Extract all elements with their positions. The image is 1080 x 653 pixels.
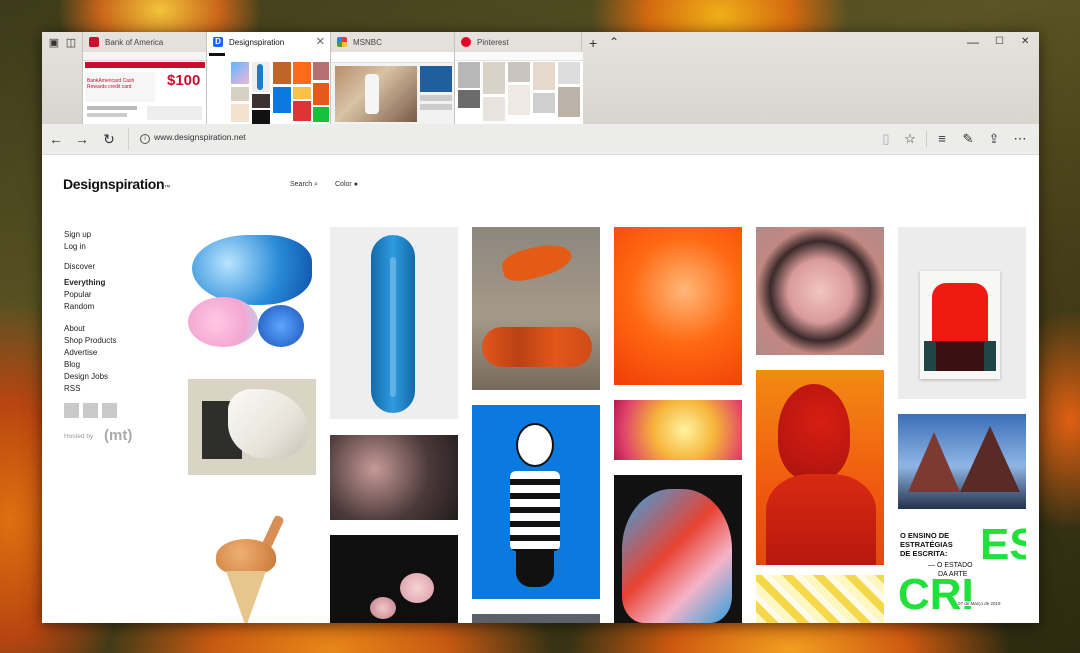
- log-in-link[interactable]: Log in: [64, 241, 91, 253]
- facebook-icon[interactable]: [64, 403, 79, 418]
- tab-msnbc[interactable]: MSNBC: [330, 32, 455, 124]
- reading-view-icon[interactable]: ▯: [877, 130, 895, 148]
- poster-big-text-1: ES: [980, 523, 1026, 569]
- rss-link[interactable]: RSS: [64, 383, 116, 395]
- tab-preview-toggle-icon[interactable]: ⌃: [609, 35, 619, 49]
- tab-bar: ▣ ◫ Bank of America BankAmericard Cash R…: [42, 32, 1039, 124]
- tab-title: Designspiration: [229, 37, 285, 47]
- advertise-link[interactable]: Advertise: [64, 347, 116, 359]
- flowers-dark-image[interactable]: [330, 535, 458, 623]
- favorites-star-icon[interactable]: ☆: [901, 130, 919, 148]
- tab-preview-thumbnail: [207, 52, 331, 124]
- writing-strategies-poster-image[interactable]: ES CRI O ENSINO DE ESTRATÉGIAS DE ESCRIT…: [898, 523, 1026, 623]
- mountains-image[interactable]: [898, 414, 1026, 509]
- dark-portrait-image[interactable]: [330, 435, 458, 520]
- share-icon[interactable]: ⇪: [985, 130, 1003, 148]
- shop-products-link[interactable]: Shop Products: [64, 335, 116, 347]
- address-bar: ← → ↻ i www.designspiration.net ▯ ☆ ≡ ✎ …: [42, 124, 1039, 155]
- tab-preview-thumbnail: BankAmericard Cash Rewards credit card $…: [83, 52, 207, 124]
- poster-line-1: O ENSINO DE: [900, 531, 950, 540]
- poster-subtitle-2: DA ARTE: [938, 571, 968, 578]
- web-note-icon[interactable]: ✎: [959, 130, 977, 148]
- hub-icon[interactable]: ≡: [933, 130, 951, 148]
- paint-splash-image[interactable]: [188, 227, 316, 363]
- pinterest-favicon-icon: [461, 37, 471, 47]
- pinterest-icon[interactable]: [102, 403, 117, 418]
- back-arrow-icon[interactable]: ←: [47, 130, 65, 148]
- sign-up-link[interactable]: Sign up: [64, 229, 91, 241]
- rose-yellow-image[interactable]: [614, 400, 742, 460]
- search-icon: ⌕: [314, 181, 319, 188]
- new-tab-button[interactable]: +: [589, 35, 597, 51]
- tab-pinterest[interactable]: Pinterest: [454, 32, 583, 124]
- bananas-pattern-image[interactable]: [756, 575, 884, 623]
- poster-subtitle-1: — O ESTADO: [928, 562, 973, 569]
- tab-title: Bank of America: [105, 37, 164, 47]
- minimize-button[interactable]: —: [967, 35, 979, 49]
- grey-strip-image[interactable]: [472, 614, 600, 623]
- browser-window: ▣ ◫ Bank of America BankAmericard Cash R…: [42, 32, 1039, 623]
- webpage: Designspiration™ Search ⌕ Color ● Sign u…: [42, 155, 1039, 623]
- designspiration-favicon-icon: D: [213, 37, 223, 47]
- tab-title: MSNBC: [353, 37, 382, 47]
- sidebar-account-links: Sign up Log in: [64, 229, 91, 253]
- tab-preview-thumbnail: [331, 52, 455, 124]
- blog-link[interactable]: Blog: [64, 359, 116, 371]
- close-window-button[interactable]: ✕: [1021, 36, 1029, 47]
- everything-link[interactable]: Everything: [64, 277, 105, 289]
- hosted-by-label: Hosted by: [64, 433, 94, 440]
- orange-gradient-image[interactable]: [614, 227, 742, 385]
- boa-price: $100: [167, 72, 201, 89]
- color-drop-icon: ●: [353, 181, 358, 188]
- forward-arrow-icon[interactable]: →: [73, 130, 91, 148]
- tab-preview-thumbnail: [455, 52, 583, 124]
- poster-line-2: ESTRATÉGIAS: [900, 540, 953, 549]
- tab-designspiration[interactable]: D Designspiration ✕: [206, 32, 331, 124]
- msnbc-favicon-icon: [337, 37, 347, 47]
- monks-jumping-image[interactable]: [472, 227, 600, 390]
- more-icon[interactable]: ⋯: [1011, 130, 1029, 148]
- skateboard-feather-image[interactable]: [330, 227, 458, 419]
- maximize-button[interactable]: ☐: [995, 36, 1004, 47]
- red-artwork-gallery-image[interactable]: [898, 227, 1026, 399]
- color-link[interactable]: Color ●: [335, 181, 358, 188]
- poster-date: 07 de Março de 2019: [958, 601, 1020, 606]
- twitter-icon[interactable]: [83, 403, 98, 418]
- poster-line-3: DE ESCRITA:: [900, 549, 948, 558]
- popular-link[interactable]: Popular: [64, 289, 105, 301]
- ice-cream-cone-image[interactable]: [188, 495, 316, 623]
- set-aside-tabs-icon[interactable]: ▣: [47, 36, 61, 50]
- media-temple-logo[interactable]: (mt): [104, 427, 132, 444]
- discover-heading: Discover: [64, 262, 96, 271]
- random-link[interactable]: Random: [64, 301, 105, 313]
- refresh-icon[interactable]: ↻: [100, 130, 118, 148]
- boa-promo-text: BankAmericard Cash Rewards credit card: [87, 78, 135, 90]
- url-field[interactable]: www.designspiration.net: [154, 132, 246, 142]
- tab-bank-of-america[interactable]: Bank of America BankAmericard Cash Rewar…: [82, 32, 207, 124]
- tab-bar-left-actions: ▣ ◫: [42, 32, 82, 54]
- skeleton-illustration-image[interactable]: [472, 405, 600, 599]
- poster-big-text-2: CRI: [898, 570, 974, 619]
- close-tab-icon[interactable]: ✕: [316, 35, 325, 48]
- site-info-icon[interactable]: i: [140, 134, 150, 144]
- design-jobs-link[interactable]: Design Jobs: [64, 371, 116, 383]
- site-logo[interactable]: Designspiration™: [63, 176, 170, 192]
- sidebar-discover-links: Everything Popular Random: [64, 277, 105, 313]
- tab-title: Pinterest: [477, 37, 509, 47]
- about-link[interactable]: About: [64, 323, 116, 335]
- tabs-aside-icon[interactable]: ◫: [64, 36, 78, 50]
- sidebar-info-links: About Shop Products Advertise Blog Desig…: [64, 323, 116, 395]
- red-portrait-image[interactable]: [756, 370, 884, 565]
- bank-of-america-favicon-icon: [89, 37, 99, 47]
- fabric-window-image[interactable]: [188, 379, 316, 475]
- mouth-closeup-image[interactable]: [756, 227, 884, 355]
- search-link[interactable]: Search ⌕: [290, 181, 318, 189]
- colorful-face-image[interactable]: [614, 475, 742, 623]
